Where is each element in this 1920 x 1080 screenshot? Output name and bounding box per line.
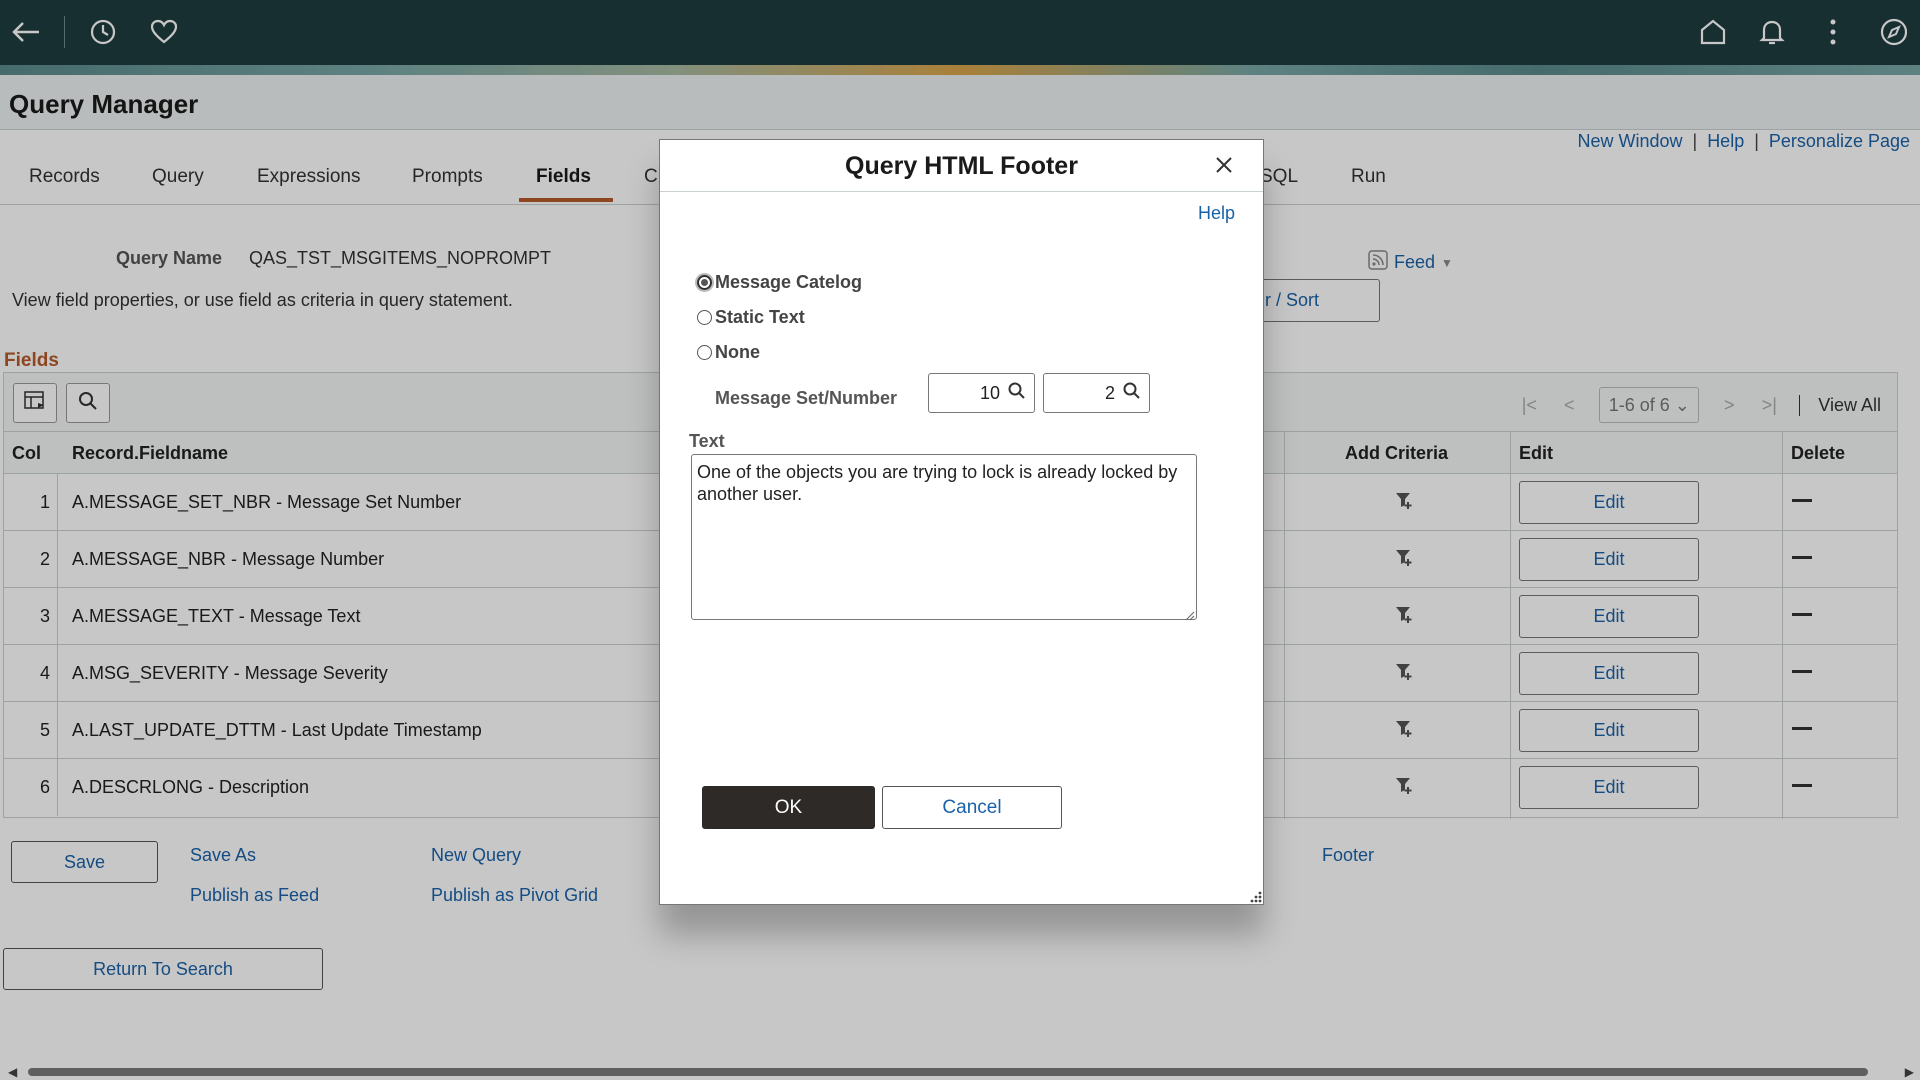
radio-button[interactable] <box>697 345 712 360</box>
option-label: Message Catelog <box>715 272 863 292</box>
close-icon[interactable] <box>1213 154 1235 176</box>
option-label: Static Text <box>715 307 805 327</box>
message-set-number-label: Message Set/Number <box>715 388 898 408</box>
cancel-button[interactable]: Cancel <box>882 786 1062 829</box>
message-number-value: 2 <box>1104 382 1115 403</box>
query-html-footer-dialog: Query HTML Footer Help Message Catelog S… <box>659 139 1264 905</box>
option-static-text[interactable]: Static Text <box>697 307 805 328</box>
radio-button[interactable] <box>697 275 712 290</box>
footer-text-area[interactable]: One of the objects you are trying to loc… <box>691 454 1197 620</box>
radio-button[interactable] <box>697 310 712 325</box>
search-icon[interactable] <box>1008 382 1026 405</box>
dialog-resize-grip-icon[interactable] <box>1247 888 1263 904</box>
message-number-input[interactable]: 2 <box>1043 373 1150 413</box>
dialog-title: Query HTML Footer <box>845 152 1078 180</box>
resize-handle-icon[interactable] <box>1185 608 1195 621</box>
ok-button[interactable]: OK <box>702 786 875 829</box>
message-set-value: 10 <box>979 382 1000 403</box>
dialog-header: Query HTML Footer <box>660 140 1263 192</box>
text-label: Text <box>689 431 725 451</box>
option-label: None <box>715 342 760 362</box>
search-icon[interactable] <box>1123 382 1141 405</box>
dialog-help-link[interactable]: Help <box>1198 203 1235 224</box>
message-set-input[interactable]: 10 <box>928 373 1035 413</box>
option-message-catalog[interactable]: Message Catelog <box>697 272 862 293</box>
option-none[interactable]: None <box>697 342 760 363</box>
